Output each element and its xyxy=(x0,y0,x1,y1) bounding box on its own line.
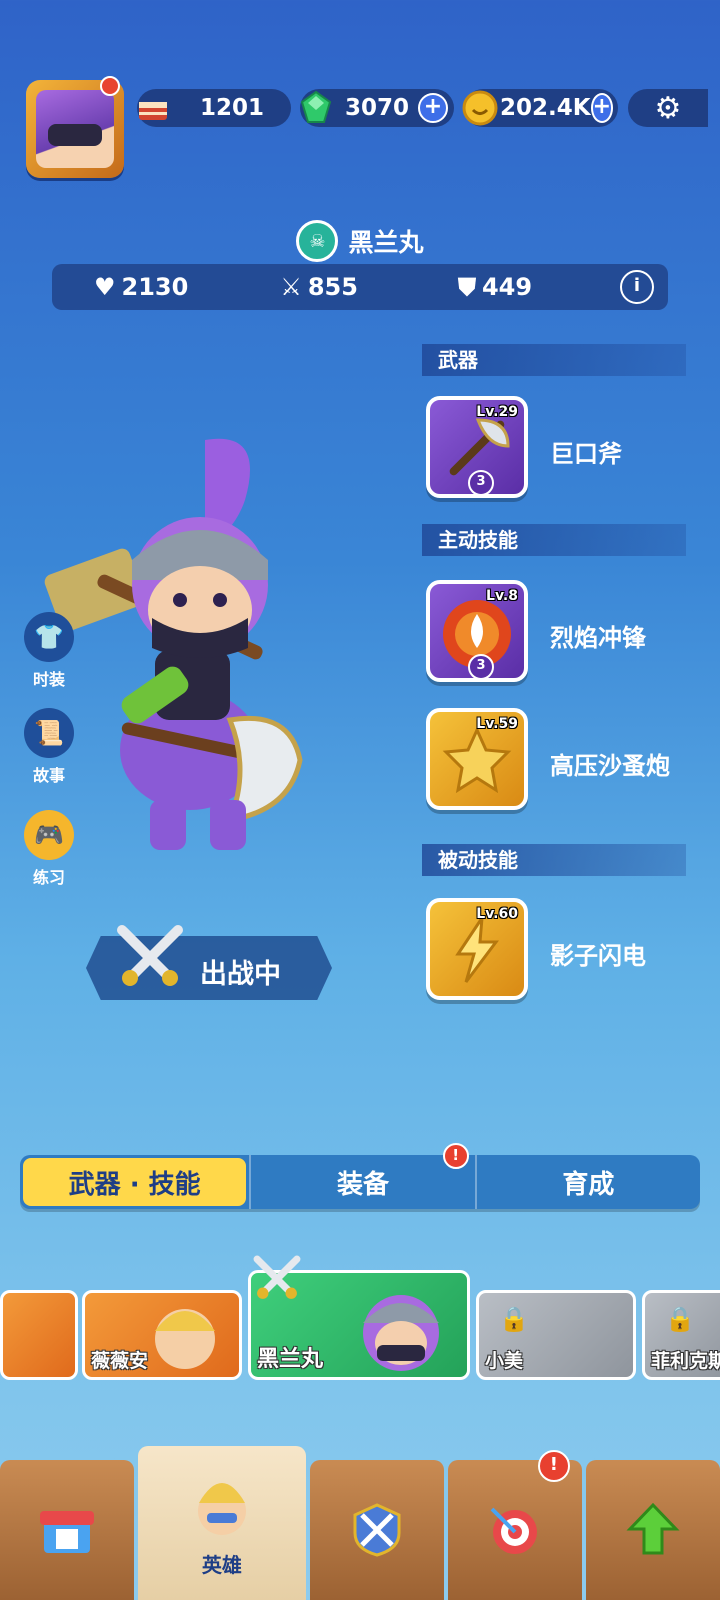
info-icon[interactable]: i xyxy=(620,270,654,304)
practice-button[interactable]: 🎮 练习 xyxy=(22,810,76,888)
hp-value: 2130 xyxy=(121,273,189,301)
heart-icon: ♥ xyxy=(94,273,116,301)
player-avatar[interactable] xyxy=(26,76,124,178)
bottom-navigation: 英雄 ! xyxy=(0,1446,720,1600)
avatar-notification-dot xyxy=(100,76,120,96)
hero-card-selected-label: 黑兰丸 xyxy=(257,1347,324,1372)
passive-skill-section-header: 被动技能 xyxy=(422,844,686,876)
active-skill-2-level: Lv.59 xyxy=(476,716,518,732)
nav-upgrade[interactable] xyxy=(585,1460,720,1600)
attack-value: 855 xyxy=(307,273,358,301)
outfit-label: 时装 xyxy=(32,670,65,689)
attack-stat: ⚔ 855 xyxy=(280,273,358,301)
hero-card-xiaomei-locked[interactable]: 🔒 小美 xyxy=(476,1290,636,1380)
coin-icon xyxy=(460,88,500,128)
tab-weapons-skills[interactable]: 武器 · 技能 xyxy=(23,1158,247,1206)
hero-card-vivian-label: 薇薇安 xyxy=(91,1350,149,1372)
coin-value: 202.4K xyxy=(500,95,591,121)
active-skill-1-level: Lv.8 xyxy=(486,588,518,604)
upgrade-arrow-icon xyxy=(626,1502,680,1555)
hero-card-vivian[interactable]: 薇薇安 xyxy=(82,1290,242,1380)
book-icon: 📜 xyxy=(24,708,74,758)
weapon-stars: 3 xyxy=(468,470,494,494)
coin-counter: 202.4K + xyxy=(462,89,618,127)
active-skill-1-stars: 3 xyxy=(468,654,494,678)
gem-icon xyxy=(296,88,336,128)
nav-hero[interactable]: 英雄 xyxy=(138,1446,306,1600)
lock-icon: 🔒 xyxy=(665,1305,695,1333)
nav-hero-label: 英雄 xyxy=(201,1552,242,1577)
cake-icon xyxy=(133,88,173,128)
nav-target[interactable]: ! xyxy=(447,1450,582,1600)
hero-tabs: 武器 · 技能 装备 ! 育成 xyxy=(20,1143,700,1209)
hero-card-xiaomei-label: 小美 xyxy=(485,1350,524,1372)
lock-icon: 🔒 xyxy=(499,1305,529,1333)
hero-card-partial[interactable] xyxy=(0,1290,78,1380)
hero-card-felix-label: 菲利克斯 xyxy=(651,1350,720,1372)
tab-development[interactable]: 育成 xyxy=(474,1155,700,1209)
attack-icon: ⚔ xyxy=(280,273,302,301)
active-skill-2-card[interactable]: Lv.59 xyxy=(426,708,528,810)
hero-stats-bar: ♥ 2130 ⚔ 855 ⛊ 449 i xyxy=(52,264,668,310)
weapon-level: Lv.29 xyxy=(476,404,518,420)
passive-skill-name: 影子闪电 xyxy=(550,942,646,970)
hero-name: 黑兰丸 xyxy=(348,228,424,257)
hp-stat: ♥ 2130 xyxy=(94,273,188,301)
hero-nav-icon xyxy=(197,1482,246,1535)
active-skill-1-card[interactable]: Lv.8 3 xyxy=(426,580,528,682)
nav-target-alert-badge: ! xyxy=(537,1450,570,1482)
shop-icon xyxy=(40,1511,95,1553)
battle-icon xyxy=(353,1503,401,1557)
deploy-label: 出战中 xyxy=(200,959,281,990)
active-skill-section-header: 主动技能 xyxy=(422,524,686,556)
gem-value: 3070 xyxy=(344,95,409,121)
gear-icon: ⚙ xyxy=(654,90,682,126)
add-gems-button[interactable]: + xyxy=(418,93,448,123)
outfit-button[interactable]: 👕 时装 xyxy=(22,612,76,690)
passive-skill-card[interactable]: Lv.60 xyxy=(426,898,528,1000)
nav-shop[interactable] xyxy=(0,1460,135,1600)
tab-equipment-label: 装备 xyxy=(336,1169,389,1200)
cake-value: 1201 xyxy=(199,95,264,121)
story-label: 故事 xyxy=(32,766,65,785)
weapon-section-header: 武器 xyxy=(422,344,686,376)
selected-crossed-swords-icon xyxy=(250,1252,304,1310)
add-coins-button[interactable]: + xyxy=(590,93,614,123)
avatar-mask xyxy=(48,124,102,146)
weapon-name: 巨口斧 xyxy=(550,440,622,468)
active-skill-1-name: 烈焰冲锋 xyxy=(550,624,646,652)
tab-development-label: 育成 xyxy=(562,1169,615,1200)
target-icon xyxy=(490,1507,537,1554)
defense-value: 449 xyxy=(481,273,533,301)
nav-battle[interactable] xyxy=(309,1460,444,1600)
tab-equipment[interactable]: 装备 ! xyxy=(249,1143,474,1209)
cake-counter: 1201 xyxy=(137,89,291,127)
active-skill-2-name: 高压沙蚤炮 xyxy=(550,752,670,780)
defense-stat: ⛊ 449 xyxy=(458,273,532,301)
practice-label: 练习 xyxy=(32,868,65,887)
skull-icon: ☠ xyxy=(296,220,339,262)
equipment-alert-badge: ! xyxy=(442,1143,469,1169)
shield-icon: ⛊ xyxy=(457,273,476,301)
story-button[interactable]: 📜 故事 xyxy=(22,708,76,786)
crossed-swords-icon xyxy=(112,920,188,1000)
tab-weapons-skills-label: 武器 · 技能 xyxy=(68,1169,201,1200)
passive-skill-level: Lv.60 xyxy=(476,906,518,922)
hero-title: ☠ 黑兰丸 xyxy=(0,220,720,262)
gem-counter: 3070 + xyxy=(300,89,454,127)
settings-button[interactable]: ⚙ xyxy=(628,89,708,127)
hero-card-felix-locked[interactable]: 🔒 菲利克斯 xyxy=(642,1290,720,1380)
gamepad-icon: 🎮 xyxy=(24,810,74,860)
weapon-card[interactable]: Lv.29 3 xyxy=(426,396,528,498)
shirt-icon: 👕 xyxy=(24,612,74,662)
